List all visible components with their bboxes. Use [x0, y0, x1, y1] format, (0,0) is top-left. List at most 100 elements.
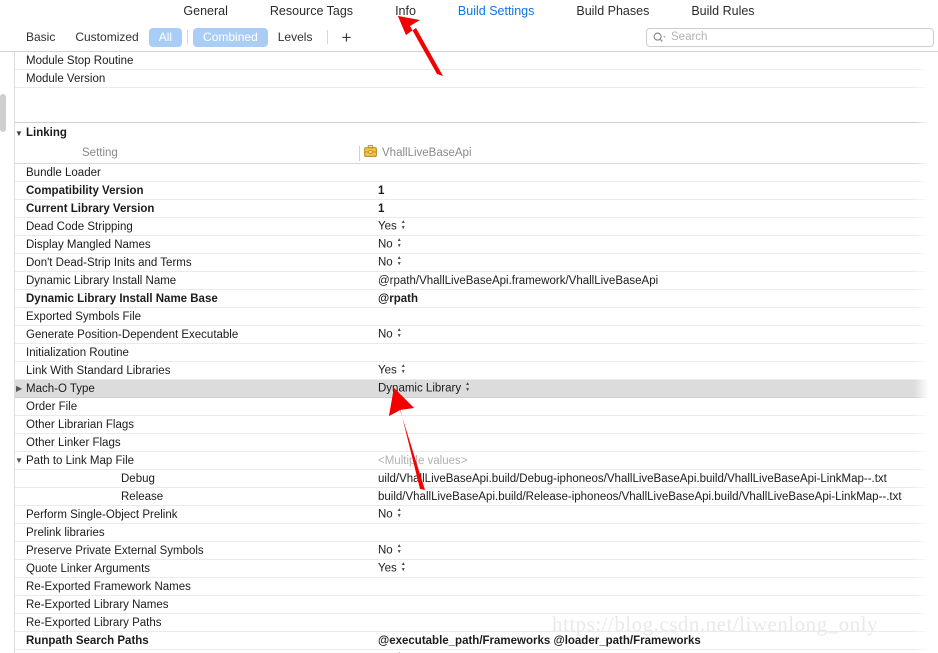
setting-name: Initialization Routine	[26, 346, 129, 359]
chevron-down-icon[interactable]: ▼	[15, 452, 23, 470]
tab-build-settings[interactable]: Build Settings	[437, 0, 555, 23]
setting-value-text: build/VhallLiveBaseApi.build/Release-iph…	[378, 490, 902, 503]
chevron-down-icon[interactable]: ▼	[15, 129, 23, 138]
setting-value[interactable]: No ▲▼	[378, 256, 402, 269]
table-row[interactable]: Display Mangled Names No ▲ ▼	[0, 236, 938, 254]
setting-name: Prelink libraries	[26, 526, 105, 539]
setting-value[interactable]: Dynamic Library ▲ ▼	[378, 382, 470, 395]
table-row[interactable]: ▼ Path to Link Map File <Multiple values>	[0, 452, 938, 470]
setting-value[interactable]: @rpath	[378, 293, 418, 305]
setting-value-text: Yes	[378, 220, 397, 233]
setting-name: Release	[121, 490, 164, 503]
value-stepper-icon[interactable]: ▲▼	[397, 256, 402, 267]
setting-name: Path to Link Map File	[26, 454, 135, 467]
setting-name: Dynamic Library Install Name Base	[26, 292, 218, 305]
filter-combined-button[interactable]: Combined	[193, 27, 268, 47]
setting-value[interactable]: No ▲▼	[378, 544, 402, 557]
value-stepper-icon[interactable]: ▲▼	[397, 238, 402, 249]
setting-name: Bundle Loader	[26, 166, 101, 179]
setting-name: Perform Single-Object Prelink	[26, 508, 178, 521]
table-row[interactable]: Generate Position-Dependent Executable No…	[0, 326, 938, 344]
setting-value[interactable]: No ▲▼	[378, 328, 402, 341]
value-stepper-icon[interactable]: ▲▼	[465, 382, 470, 393]
setting-value[interactable]: Yes ▲ ▼	[378, 220, 406, 233]
row-spacer	[0, 88, 938, 105]
tab-general[interactable]: General	[162, 0, 248, 23]
tab-info[interactable]: Info	[374, 0, 437, 23]
chevron-right-icon[interactable]: ▶	[16, 380, 22, 398]
value-stepper-icon[interactable]: ▲▼	[397, 328, 402, 339]
setting-value-text: No	[378, 328, 393, 341]
setting-value[interactable]: build/VhallLiveBaseApi.build/Release-iph…	[378, 491, 902, 503]
vertical-scrollbar-thumb[interactable]	[0, 94, 6, 132]
tab-resource-tags[interactable]: Resource Tags	[249, 0, 374, 23]
setting-value[interactable]: No ▲▼	[378, 238, 402, 251]
setting-name: Compatibility Version	[26, 184, 144, 197]
table-row[interactable]: Other Linker Flags	[0, 434, 938, 452]
setting-value[interactable]: No ▲▼	[378, 508, 402, 521]
value-stepper-icon[interactable]: ▲▼	[401, 220, 406, 231]
table-row[interactable]: Debug uild/VhallLiveBaseApi.build/Debug-i…	[0, 470, 938, 488]
setting-value[interactable]: 1	[378, 203, 384, 215]
table-row[interactable]: Dynamic Library Install Name @rpath/Vhall…	[0, 272, 938, 290]
setting-value-text: 1	[378, 202, 385, 215]
setting-value-text: Yes	[378, 562, 397, 575]
group-header-linking[interactable]: ▼ Linking	[0, 122, 938, 143]
tab-list: General Resource Tags Info Build Settings Bu…	[162, 0, 775, 23]
table-row[interactable]: Preserve Private External Symbols No ▲ ▼	[0, 542, 938, 560]
group-title: Linking	[26, 127, 67, 139]
value-stepper-icon[interactable]: ▲▼	[401, 562, 406, 573]
setting-name: Quote Linker Arguments	[26, 562, 151, 575]
setting-name: Re-Exported Framework Names	[26, 580, 191, 593]
setting-name: Runpath Search Paths	[26, 634, 149, 647]
filter-levels-button[interactable]: Levels	[268, 28, 323, 47]
table-row[interactable]: Re-Exported Framework Names	[0, 578, 938, 596]
setting-value[interactable]: 1	[378, 185, 384, 197]
table-row[interactable]: Link With Standard Libraries Yes ▲ ▼	[0, 362, 938, 380]
tab-build-rules[interactable]: Build Rules	[670, 0, 775, 23]
table-row[interactable]: Initialization Routine	[0, 344, 938, 362]
value-stepper-icon[interactable]: ▲▼	[397, 544, 402, 555]
table-row[interactable]: Quote Linker Arguments Yes ▲ ▼	[0, 560, 938, 578]
build-settings-table: Module Stop Routine Module Version ▼ Linkin…	[0, 52, 938, 653]
setting-value[interactable]: @rpath/VhallLiveBaseApi.framework/VhallL…	[378, 275, 658, 287]
value-stepper-icon[interactable]: ▲▼	[397, 508, 402, 519]
table-row[interactable]: Bundle Loader	[0, 164, 938, 182]
table-row[interactable]: Exported Symbols File	[0, 308, 938, 326]
table-row[interactable]: Current Library Version 1	[0, 200, 938, 218]
table-row[interactable]: Module Stop Routine	[0, 52, 938, 70]
filter-all-button[interactable]: All	[148, 27, 183, 47]
table-row[interactable]: ▶ Mach-O Type Dynamic Library ▲ ▼	[0, 380, 938, 398]
filter-customized-button[interactable]: Customized	[65, 28, 148, 47]
add-build-setting-button[interactable]: +	[333, 29, 359, 46]
table-row[interactable]: Dynamic Library Install Name Base @rpath	[0, 290, 938, 308]
search-input-placeholder[interactable]: Search	[671, 31, 707, 43]
table-row[interactable]: Module Version	[0, 70, 938, 88]
value-stepper-icon[interactable]: ▲▼	[401, 364, 406, 375]
table-row[interactable]: Dead Code Stripping Yes ▲ ▼	[0, 218, 938, 236]
table-row[interactable]: Compatibility Version 1	[0, 182, 938, 200]
setting-name: Order File	[26, 400, 78, 413]
table-row[interactable]: Other Librarian Flags	[0, 416, 938, 434]
column-header-row: Setting VhallLiveBaseApi	[0, 143, 938, 164]
setting-value[interactable]: <Multiple values>	[378, 455, 468, 467]
setting-value-text: No	[378, 508, 393, 521]
table-row[interactable]: Prelink libraries	[0, 524, 938, 542]
filter-basic-button[interactable]: Basic	[16, 28, 65, 47]
setting-value[interactable]: Yes ▲ ▼	[378, 562, 406, 575]
setting-value[interactable]: uild/VhallLiveBaseApi.build/Debug-iphone…	[378, 473, 887, 485]
search-field[interactable]: Search	[646, 27, 934, 47]
table-row[interactable]: Order File	[0, 398, 938, 416]
table-row[interactable]: Perform Single-Object Prelink No ▲ ▼	[0, 506, 938, 524]
setting-value-text: Dynamic Library	[378, 382, 462, 395]
tab-build-phases[interactable]: Build Phases	[555, 0, 670, 23]
column-header-setting: Setting	[82, 147, 118, 159]
setting-value-text: 1	[378, 184, 385, 197]
table-row[interactable]: Don't Dead-Strip Inits and Terms No ▲ ▼	[0, 254, 938, 272]
table-row[interactable]: Release build/VhallLiveBaseApi.build/Rele…	[0, 488, 938, 506]
setting-name: Current Library Version	[26, 202, 155, 215]
setting-name: Debug	[121, 472, 155, 485]
xcode-build-settings-pane: General Resource Tags Info Build Settings Bu…	[0, 0, 938, 653]
toolbar-divider-2	[327, 30, 329, 44]
setting-value[interactable]: Yes ▲ ▼	[378, 364, 406, 377]
